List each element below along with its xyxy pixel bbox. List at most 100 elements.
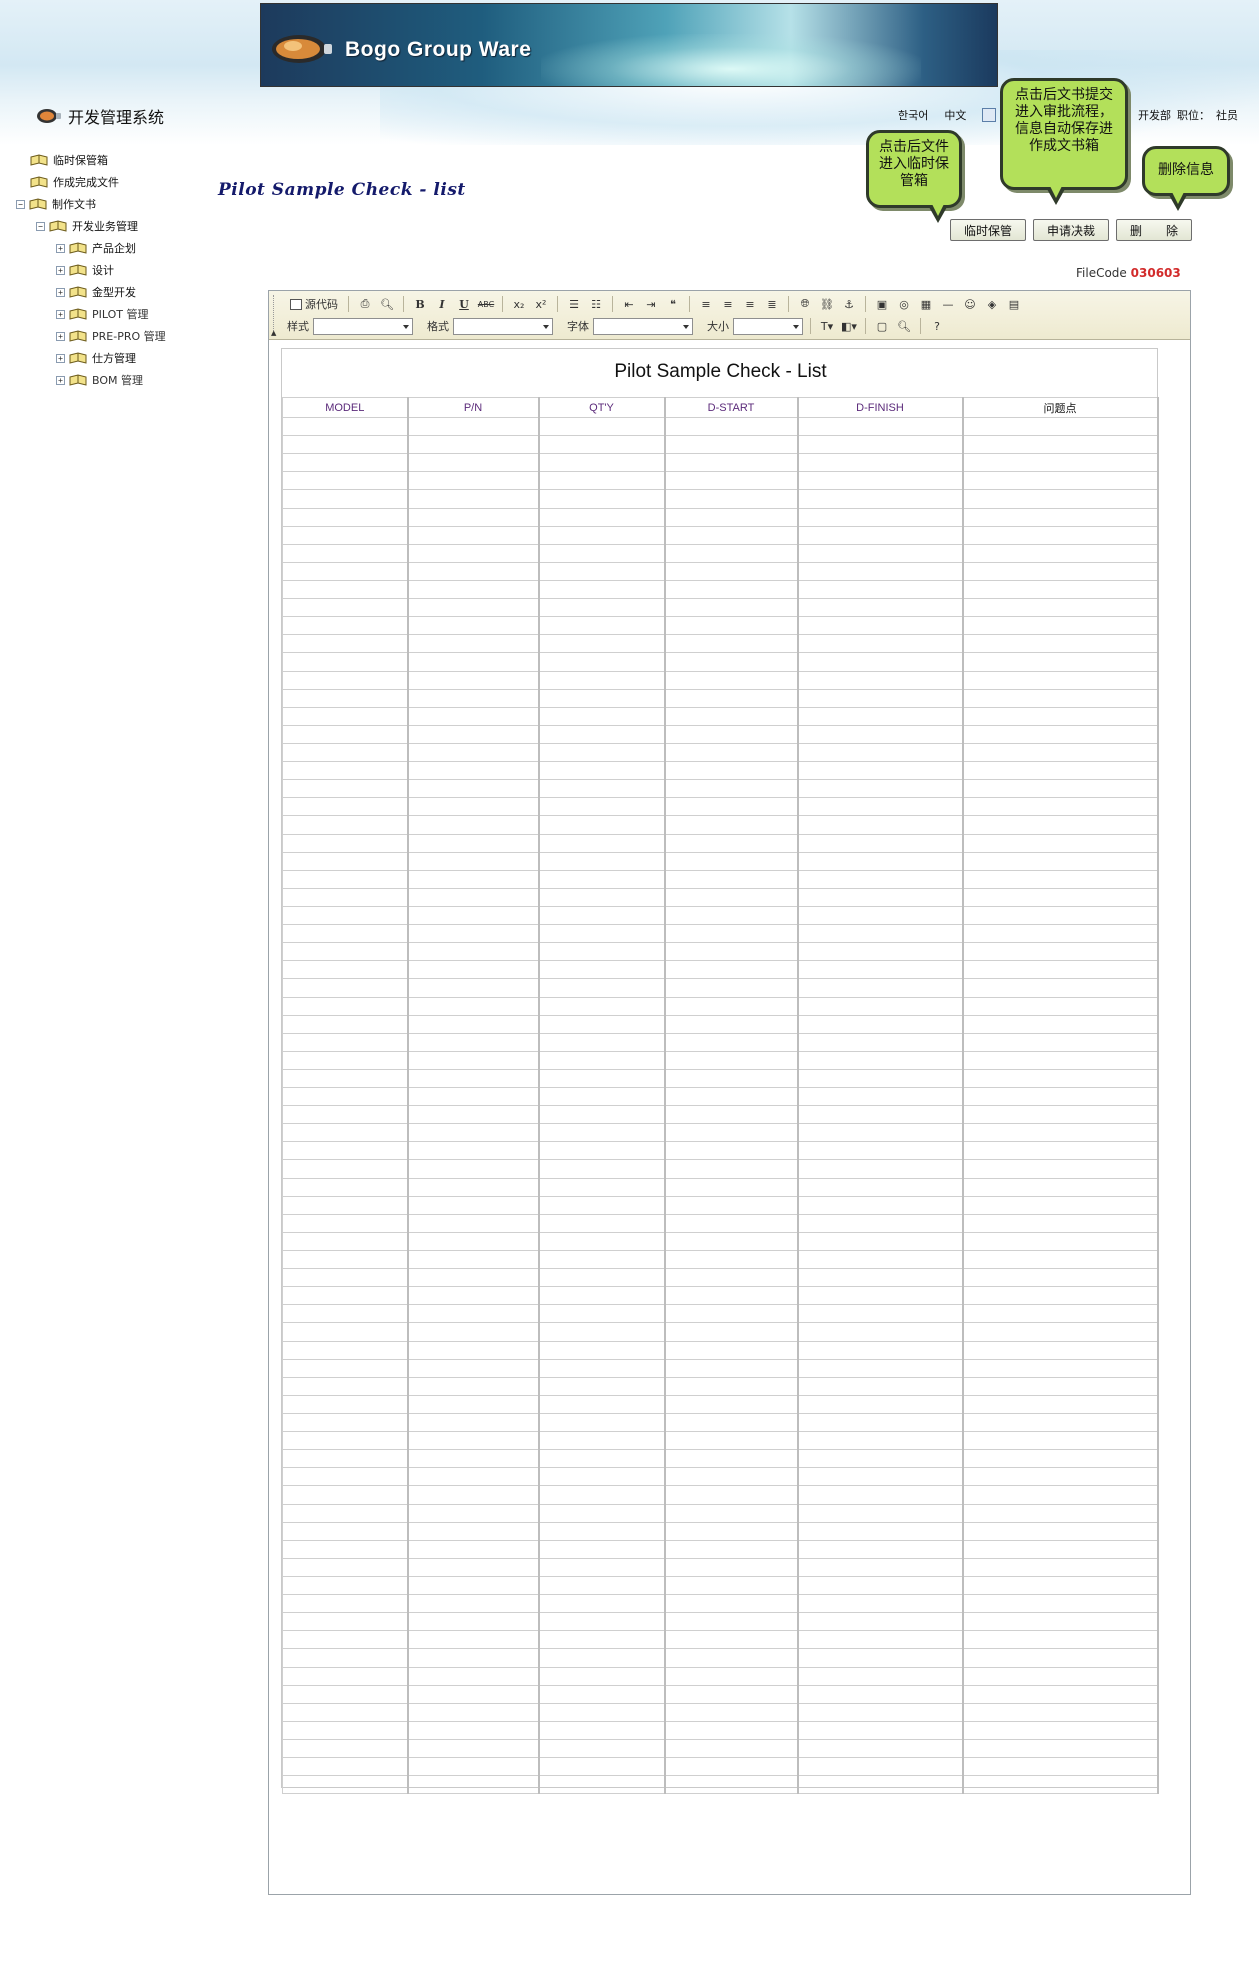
table-cell[interactable]: [962, 1304, 1159, 1324]
table-cell[interactable]: [797, 1630, 964, 1650]
table-cell[interactable]: [407, 1068, 540, 1089]
table-cell[interactable]: [962, 1449, 1159, 1469]
align-left-icon[interactable]: ≡: [697, 296, 715, 312]
bullet-list-icon[interactable]: ☷: [587, 296, 605, 312]
table-cell[interactable]: [797, 996, 964, 1016]
table-cell[interactable]: [797, 1304, 964, 1324]
sidebar-item-pre-pro[interactable]: + PRE-PRO 管理: [56, 328, 166, 344]
table-cell[interactable]: [282, 1195, 409, 1215]
table-cell[interactable]: [538, 1738, 666, 1759]
table-cell[interactable]: [664, 797, 799, 817]
table-cell[interactable]: [538, 1014, 666, 1034]
table-cell[interactable]: [797, 1231, 964, 1252]
table-cell[interactable]: [962, 960, 1159, 980]
table-cell[interactable]: [962, 1014, 1159, 1034]
table-cell[interactable]: [797, 453, 964, 473]
table-cell[interactable]: [407, 1340, 540, 1360]
table-cell[interactable]: [962, 996, 1159, 1016]
table-cell[interactable]: [282, 634, 409, 654]
table-cell[interactable]: [282, 1231, 409, 1252]
table-cell[interactable]: [282, 1340, 409, 1360]
table-cell[interactable]: [538, 924, 666, 944]
expand-toggle-icon[interactable]: +: [56, 309, 65, 319]
table-cell[interactable]: [538, 1231, 666, 1252]
table-cell[interactable]: [282, 1304, 409, 1324]
table-cell[interactable]: [538, 1503, 666, 1523]
table-cell[interactable]: [797, 1467, 964, 1487]
table-cell[interactable]: [797, 416, 964, 437]
table-cell[interactable]: [962, 471, 1159, 491]
table-cell[interactable]: [538, 1159, 666, 1179]
table-cell[interactable]: [538, 1594, 666, 1614]
delete-button[interactable]: 删 除: [1116, 219, 1192, 241]
table-cell[interactable]: [664, 1394, 799, 1415]
table-cell[interactable]: [538, 1449, 666, 1469]
table-cell[interactable]: [407, 905, 540, 926]
table-cell[interactable]: [282, 1775, 409, 1795]
table-cell[interactable]: [664, 1286, 799, 1306]
table-cell[interactable]: [797, 1177, 964, 1197]
expand-toggle-icon[interactable]: +: [56, 353, 65, 363]
table-cell[interactable]: [962, 1720, 1159, 1740]
table-cell[interactable]: [407, 1575, 540, 1596]
table-cell[interactable]: [282, 1630, 409, 1650]
table-cell[interactable]: [407, 1177, 540, 1197]
table-cell[interactable]: [538, 688, 666, 708]
expand-toggle-icon[interactable]: +: [56, 243, 65, 253]
table-cell[interactable]: [282, 1322, 409, 1342]
table-cell[interactable]: [797, 598, 964, 618]
table-cell[interactable]: [538, 616, 666, 636]
table-cell[interactable]: [962, 616, 1159, 636]
table-cell[interactable]: [962, 1268, 1159, 1288]
bg-color-icon[interactable]: ◧▾: [840, 318, 858, 334]
table-cell[interactable]: [538, 869, 666, 889]
table-cell[interactable]: [282, 1431, 409, 1451]
table-cell[interactable]: [282, 1557, 409, 1578]
table-cell[interactable]: [407, 1775, 540, 1795]
table-cell[interactable]: [282, 1014, 409, 1034]
table-cell[interactable]: [664, 942, 799, 962]
collapse-toggle-icon[interactable]: −: [16, 199, 25, 209]
page-break-icon[interactable]: ▤: [1005, 296, 1023, 312]
table-cell[interactable]: [664, 416, 799, 437]
table-cell[interactable]: [664, 489, 799, 509]
table-cell[interactable]: [962, 851, 1159, 871]
table-cell[interactable]: [407, 887, 540, 907]
table-cell[interactable]: [282, 742, 409, 763]
table-cell[interactable]: [664, 1231, 799, 1252]
table-cell[interactable]: [407, 978, 540, 998]
table-cell[interactable]: [664, 1557, 799, 1578]
table-cell[interactable]: [407, 815, 540, 835]
table-cell[interactable]: [282, 1050, 409, 1070]
table-cell[interactable]: [664, 706, 799, 726]
table-cell[interactable]: [407, 1087, 540, 1107]
table-cell[interactable]: [538, 1322, 666, 1342]
table-cell[interactable]: [407, 525, 540, 545]
table-cell[interactable]: [962, 507, 1159, 527]
italic-icon[interactable]: I: [433, 296, 451, 312]
table-cell[interactable]: [962, 1123, 1159, 1143]
table-cell[interactable]: [797, 1213, 964, 1233]
table-cell[interactable]: [962, 905, 1159, 926]
table-cell[interactable]: [962, 688, 1159, 708]
expand-toggle-icon[interactable]: +: [56, 265, 65, 275]
table-cell[interactable]: [664, 724, 799, 744]
table-cell[interactable]: [407, 1720, 540, 1740]
table-cell[interactable]: [797, 435, 964, 455]
table-cell[interactable]: [407, 1231, 540, 1252]
table-cell[interactable]: [962, 1648, 1159, 1668]
table-cell[interactable]: [664, 688, 799, 708]
table-cell[interactable]: [962, 416, 1159, 437]
table-icon[interactable]: ▦: [917, 296, 935, 312]
table-cell[interactable]: [797, 724, 964, 744]
lang-korean-link[interactable]: 한국어: [898, 107, 928, 123]
table-cell[interactable]: [962, 1050, 1159, 1070]
table-cell[interactable]: [664, 1666, 799, 1686]
table-cell[interactable]: [797, 1105, 964, 1125]
table-cell[interactable]: [407, 1304, 540, 1324]
table-cell[interactable]: [538, 706, 666, 726]
table-cell[interactable]: [962, 1159, 1159, 1179]
table-cell[interactable]: [538, 561, 666, 581]
table-cell[interactable]: [407, 435, 540, 455]
table-cell[interactable]: [797, 761, 964, 781]
